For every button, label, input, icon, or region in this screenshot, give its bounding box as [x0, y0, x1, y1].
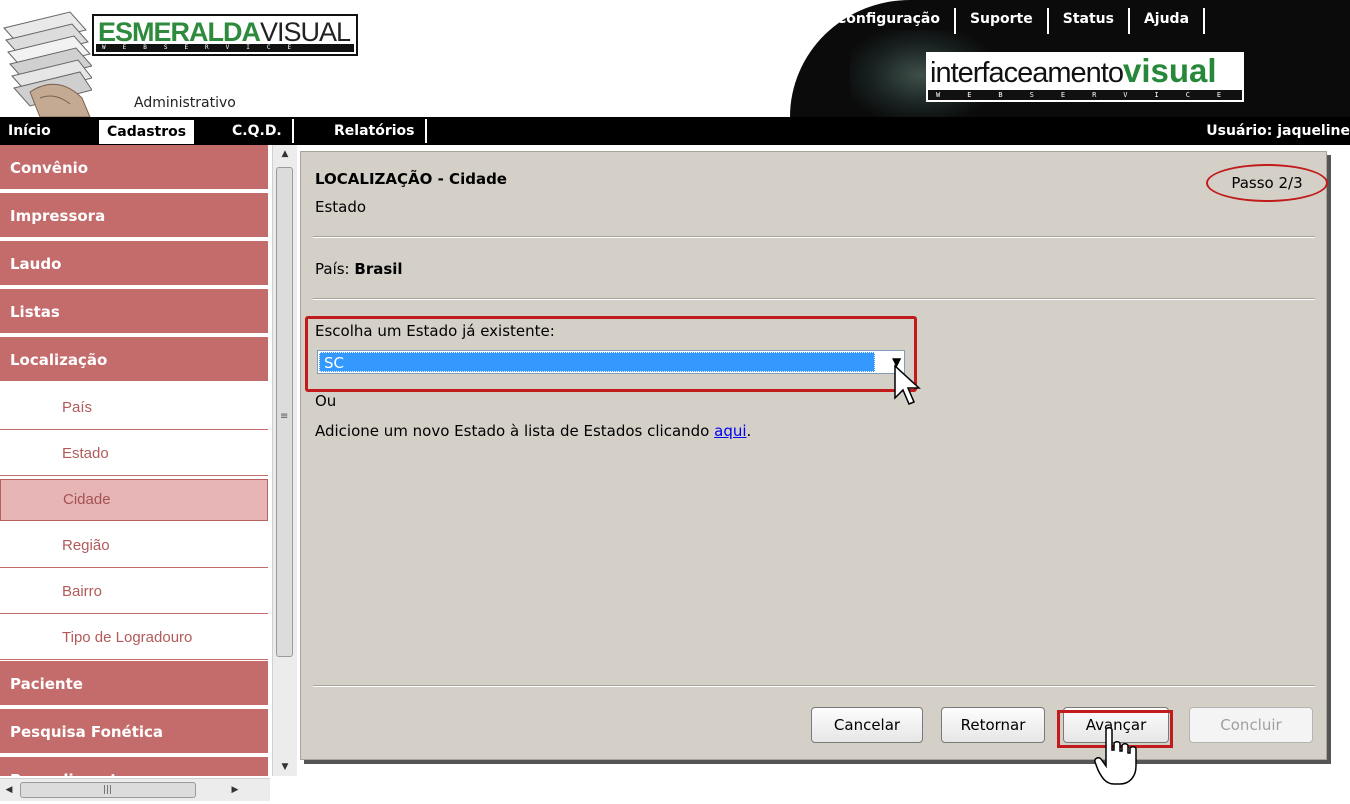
- sidebar-vertical-scrollbar[interactable]: ▲ ≡ ▼: [272, 145, 297, 776]
- sidebar: Convênio Impressora Laudo Listas Localiz…: [0, 145, 270, 776]
- module-label: Administrativo: [134, 95, 236, 111]
- sidebar-item-localizacao[interactable]: Localização: [0, 337, 268, 383]
- menu-relatorios[interactable]: Relatórios: [334, 119, 427, 143]
- brand-regular-text: interfaceamento: [930, 57, 1124, 89]
- sidebar-item-impressora[interactable]: Impressora: [0, 193, 268, 239]
- top-nav-status[interactable]: Status: [1049, 8, 1130, 34]
- cancel-button[interactable]: Cancelar: [811, 707, 923, 743]
- scroll-left-arrow-icon[interactable]: ◀: [0, 779, 18, 801]
- page-title: LOCALIZAÇÃO - Cidade: [315, 170, 507, 188]
- sidebar-item-laudo[interactable]: Laudo: [0, 241, 268, 287]
- add-state-text: Adicione um novo Estado à lista de Estad…: [315, 422, 710, 440]
- scrollbar-thumb-horizontal[interactable]: |||: [20, 782, 196, 798]
- scroll-right-arrow-icon[interactable]: ▶: [226, 779, 244, 801]
- divider: [313, 236, 1315, 238]
- sidebar-subitem-estado[interactable]: Estado: [0, 431, 268, 476]
- sidebar-subitem-cidade[interactable]: Cidade: [0, 479, 268, 521]
- chevron-down-icon[interactable]: ▼: [892, 356, 902, 368]
- add-state-line: Adicione um novo Estado à lista de Estad…: [315, 422, 751, 440]
- app-header: ESMERALDAVISUAL WEBSERVICE Administrativ…: [0, 0, 1350, 118]
- menu-inicio[interactable]: Início: [8, 117, 51, 145]
- interfaceamento-logo: interfaceamentovisual WEBSERVICE: [926, 52, 1244, 102]
- top-nav-suporte[interactable]: Suporte: [956, 8, 1049, 34]
- top-nav-ajuda[interactable]: Ajuda: [1130, 8, 1206, 34]
- sidebar-item-procedimento[interactable]: Procedimento: [0, 757, 268, 776]
- finish-button[interactable]: Concluir: [1189, 707, 1313, 743]
- wizard-panel: LOCALIZAÇÃO - Cidade Estado Passo 2/3 Pa…: [300, 151, 1328, 760]
- next-button[interactable]: Avançar: [1063, 707, 1169, 743]
- page-subtitle: Estado: [315, 198, 367, 216]
- scrollbar-thumb[interactable]: ≡: [276, 167, 293, 657]
- logo-strip-text: WEBSERVICE: [96, 44, 354, 52]
- top-nav: Configuração Suporte Status Ajuda: [830, 8, 1206, 36]
- or-label: Ou: [315, 392, 337, 410]
- scroll-down-arrow-icon[interactable]: ▼: [273, 758, 297, 776]
- state-select-value: SC: [319, 352, 875, 372]
- sidebar-subitem-tipo-logradouro[interactable]: Tipo de Logradouro: [0, 615, 268, 660]
- state-select-label: Escolha um Estado já existente:: [315, 322, 555, 340]
- brand-strip-text: WEBSERVICE: [928, 90, 1242, 100]
- add-state-suffix: .: [746, 422, 752, 440]
- state-select[interactable]: SC ▼: [317, 350, 905, 374]
- sidebar-item-convenio[interactable]: Convênio: [0, 145, 268, 191]
- sidebar-subitem-regiao[interactable]: Região: [0, 523, 268, 568]
- main-menu-bar: Início Cadastros C.Q.D. Relatórios Usuár…: [0, 117, 1350, 145]
- grip-icon: |||: [103, 785, 113, 795]
- divider: [313, 298, 1315, 300]
- divider: [313, 685, 1315, 687]
- menu-cadastros[interactable]: Cadastros: [99, 120, 195, 144]
- sidebar-item-paciente[interactable]: Paciente: [0, 661, 268, 707]
- sidebar-item-listas[interactable]: Listas: [0, 289, 268, 335]
- country-line: País: Brasil: [315, 260, 403, 278]
- brand-bold-text: visual: [1122, 52, 1217, 89]
- current-user: Usuário: jaqueline: [1206, 123, 1350, 139]
- country-label: País:: [315, 260, 350, 278]
- grip-icon: ≡: [280, 411, 289, 422]
- add-state-link[interactable]: aqui: [714, 422, 746, 440]
- sidebar-subitem-bairro[interactable]: Bairro: [0, 569, 268, 614]
- sidebar-subitem-pais[interactable]: País: [0, 385, 268, 430]
- scroll-up-arrow-icon[interactable]: ▲: [273, 145, 297, 163]
- logo-bold-text: ESMERALDA: [98, 17, 261, 47]
- logo-area: ESMERALDAVISUAL WEBSERVICE Administrativ…: [0, 0, 358, 118]
- logo-regular-text: VISUAL: [260, 17, 351, 47]
- card-file-icon: [3, 11, 92, 118]
- top-nav-configuracao[interactable]: Configuração: [830, 8, 956, 34]
- step-indicator: Passo 2/3: [1206, 164, 1328, 202]
- sidebar-item-pesquisa-fonetica[interactable]: Pesquisa Fonética: [0, 709, 268, 755]
- menu-cqd[interactable]: C.Q.D.: [232, 119, 294, 143]
- sidebar-horizontal-scrollbar[interactable]: ◀ ||| ▶: [0, 778, 270, 801]
- esmeralda-logo: ESMERALDAVISUAL WEBSERVICE: [92, 14, 358, 56]
- country-value: Brasil: [354, 260, 403, 278]
- back-button[interactable]: Retornar: [941, 707, 1045, 743]
